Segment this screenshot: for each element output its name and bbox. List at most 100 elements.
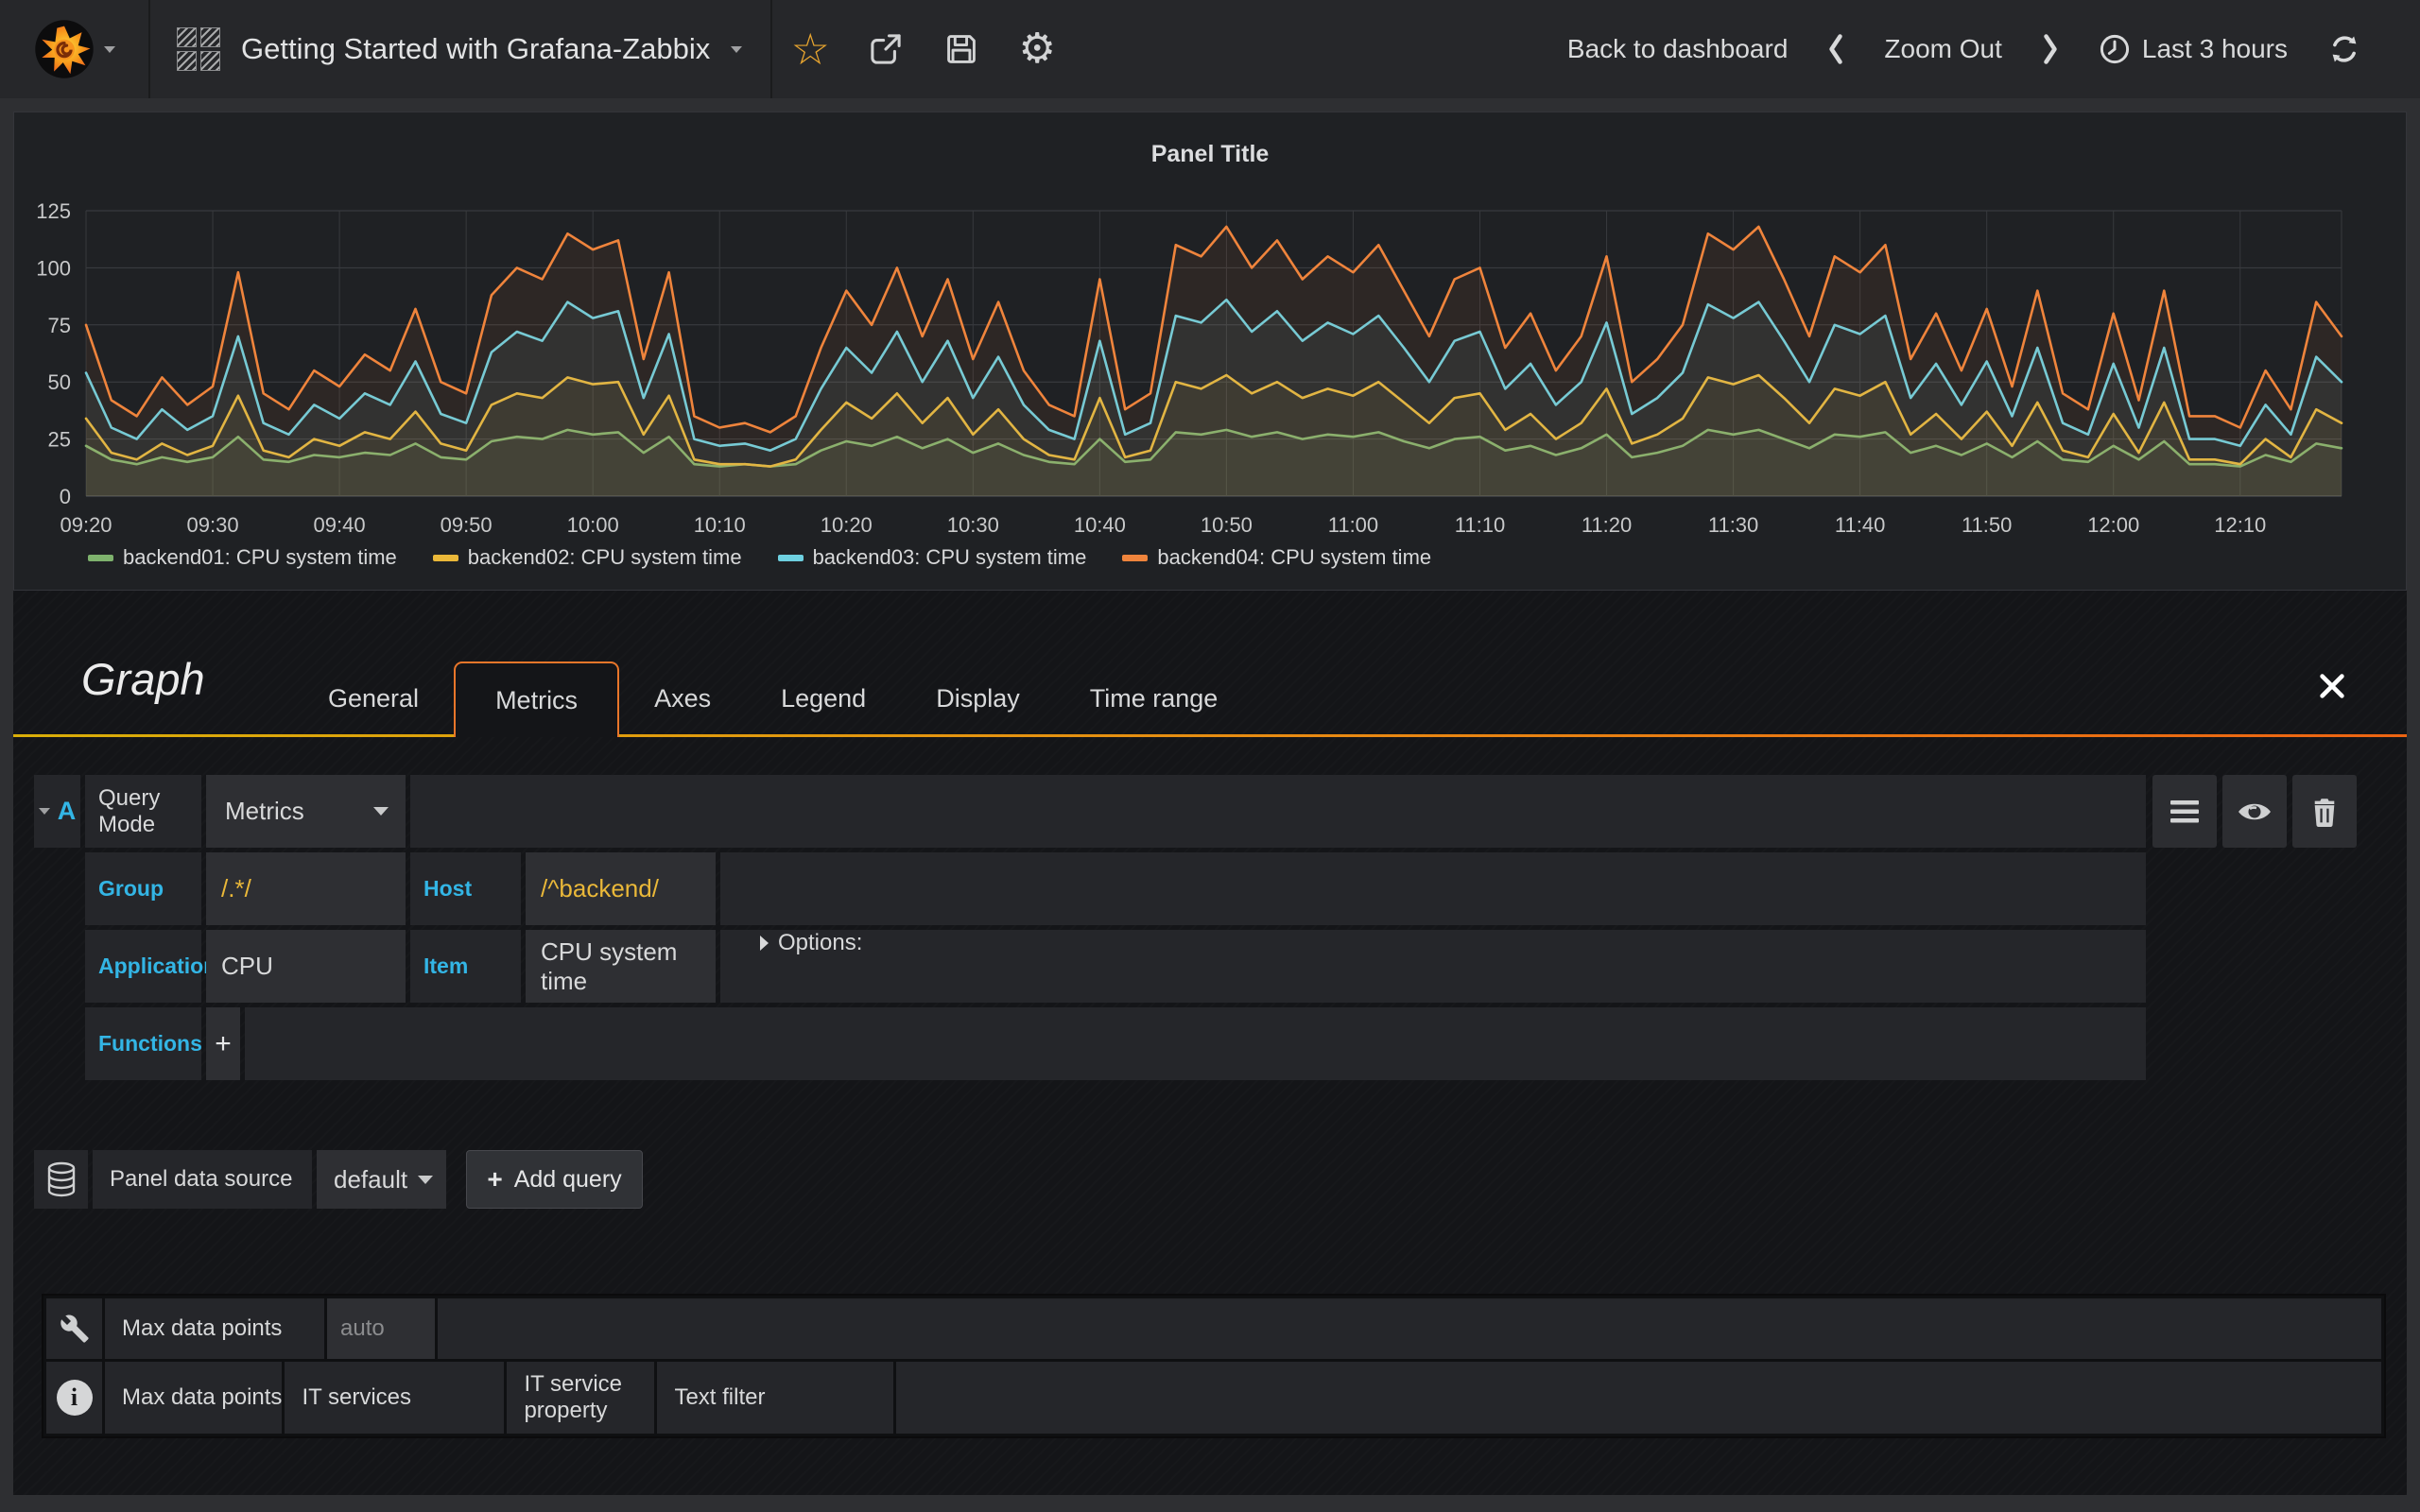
query-menu-button[interactable]	[2152, 775, 2217, 848]
application-input[interactable]: CPU	[206, 930, 406, 1003]
options-toggle[interactable]: Options:	[720, 930, 2146, 956]
options-arrow-icon	[760, 936, 769, 951]
star-icon: ☆	[791, 27, 830, 71]
row-filler	[245, 1007, 2146, 1080]
chevron-right-icon[interactable]	[2042, 33, 2059, 65]
star-button[interactable]: ☆	[772, 0, 848, 98]
legend-item[interactable]: backend04: CPU system time	[1122, 545, 1431, 570]
svg-text:25: 25	[48, 428, 71, 452]
row-filler: Options:	[720, 930, 2146, 1003]
query-delete-button[interactable]	[2292, 775, 2357, 848]
legend-item[interactable]: backend02: CPU system time	[433, 545, 742, 570]
legend-label: backend03: CPU system time	[813, 545, 1087, 570]
max-data-points-input[interactable]	[327, 1298, 435, 1359]
dashboard-actions: ☆ ⚙	[772, 0, 1075, 98]
dashboard-title-dropdown[interactable]: Getting Started with Grafana-Zabbix	[150, 0, 770, 98]
panel-type-title: Graph	[81, 653, 205, 705]
grafana-logo-menu[interactable]	[0, 0, 148, 98]
application-label-cell: Application	[85, 930, 201, 1003]
navbar: Getting Started with Grafana-Zabbix ☆	[0, 0, 2420, 98]
add-query-button[interactable]: + Add query	[466, 1150, 643, 1209]
group-input[interactable]: /.*/	[206, 852, 406, 925]
host-input[interactable]: /^backend/	[526, 852, 716, 925]
chart-legend: backend01: CPU system time backend02: CPU…	[88, 545, 1431, 570]
query-mode-select[interactable]: Metrics	[206, 775, 406, 848]
legend-item[interactable]: backend01: CPU system time	[88, 545, 397, 570]
add-function-button[interactable]: +	[206, 1007, 240, 1080]
tab-legend[interactable]: Legend	[746, 662, 901, 737]
svg-text:10:10: 10:10	[694, 513, 746, 537]
select-caret-icon	[373, 807, 389, 816]
timeseries-chart[interactable]: 025507510012509:2009:3009:4009:5010:0010…	[14, 112, 2408, 547]
chevron-left-icon[interactable]	[1827, 33, 1844, 65]
save-icon	[943, 31, 979, 67]
legend-color-bar	[778, 555, 804, 561]
close-editor-button[interactable]	[2318, 672, 2346, 700]
save-button[interactable]	[924, 0, 999, 98]
refresh-button[interactable]	[2327, 32, 2361, 66]
option-cell-it-services[interactable]: IT services	[285, 1362, 504, 1434]
wrench-icon	[60, 1314, 90, 1344]
time-range-label: Last 3 hours	[2142, 34, 2288, 64]
legend-label: backend02: CPU system time	[468, 545, 742, 570]
query-toggle-visibility-button[interactable]	[2222, 775, 2287, 848]
row-filler	[438, 1298, 2381, 1359]
option-cell-max-data-points[interactable]: Max data points	[105, 1362, 282, 1434]
svg-text:10:40: 10:40	[1074, 513, 1126, 537]
max-data-points-input-cell	[327, 1298, 435, 1359]
svg-text:10:20: 10:20	[821, 513, 873, 537]
svg-text:100: 100	[36, 256, 71, 280]
svg-text:50: 50	[48, 370, 71, 394]
share-button[interactable]	[848, 0, 924, 98]
zoom-out-link[interactable]: Zoom Out	[1884, 34, 2001, 64]
item-label-cell: Item	[410, 930, 521, 1003]
row-indent	[34, 1007, 80, 1080]
datasource-select[interactable]: default	[317, 1150, 446, 1209]
tab-display[interactable]: Display	[901, 662, 1055, 737]
svg-text:10:50: 10:50	[1201, 513, 1253, 537]
back-to-dashboard-link[interactable]: Back to dashboard	[1567, 34, 1789, 64]
item-input[interactable]: CPU system time	[526, 930, 716, 1003]
datasource-label: Panel data source	[93, 1150, 312, 1209]
group-label-cell: Group	[85, 852, 201, 925]
functions-label-cell: Functions	[85, 1007, 201, 1080]
database-icon	[45, 1160, 78, 1198]
share-icon	[867, 30, 905, 68]
svg-text:125: 125	[36, 199, 71, 223]
tab-time-range[interactable]: Time range	[1055, 662, 1253, 737]
logo-caret-icon	[104, 46, 115, 53]
dashboard-grid-icon	[177, 27, 220, 71]
svg-text:09:40: 09:40	[314, 513, 366, 537]
svg-text:09:20: 09:20	[60, 513, 112, 537]
refresh-icon	[2327, 32, 2361, 66]
graph-panel: Panel Title 025507510012509:2009:3009:40…	[13, 112, 2407, 591]
legend-color-bar	[433, 555, 458, 561]
settings-button[interactable]: ⚙	[999, 0, 1075, 98]
option-cell-text-filter[interactable]: Text filter	[657, 1362, 893, 1434]
tab-general[interactable]: General	[293, 662, 454, 737]
tab-axes[interactable]: Axes	[619, 662, 746, 737]
query-options-tabs-row: i Max data pointsIT servicesIT service p…	[46, 1362, 2381, 1434]
svg-text:11:40: 11:40	[1835, 513, 1885, 537]
tab-metrics[interactable]: Metrics	[454, 662, 619, 737]
select-caret-icon	[418, 1176, 433, 1184]
query-ref-toggle[interactable]: A	[34, 775, 80, 848]
query-options-table: Max data points i Max data pointsIT serv…	[42, 1294, 2386, 1438]
legend-item[interactable]: backend03: CPU system time	[778, 545, 1087, 570]
time-range-picker[interactable]: Last 3 hours	[2099, 33, 2288, 65]
dashboard-title: Getting Started with Grafana-Zabbix	[241, 32, 710, 66]
svg-text:10:00: 10:00	[567, 513, 619, 537]
option-cell-it-service-property[interactable]: IT service property	[507, 1362, 654, 1434]
legend-color-bar	[88, 555, 113, 561]
datasource-row: Panel data source default + Add query	[34, 1150, 643, 1209]
wrench-icon-cell	[46, 1298, 102, 1359]
svg-text:09:50: 09:50	[441, 513, 493, 537]
svg-text:0: 0	[60, 485, 71, 508]
legend-color-bar	[1122, 555, 1148, 561]
row-indent	[34, 852, 80, 925]
grafana-logo-icon	[34, 19, 95, 79]
panel-edit-view: Panel Title 025507510012509:2009:3009:40…	[13, 112, 2407, 1495]
database-icon-cell	[34, 1150, 88, 1209]
title-caret-icon	[731, 46, 742, 53]
row-indent	[34, 930, 80, 1003]
